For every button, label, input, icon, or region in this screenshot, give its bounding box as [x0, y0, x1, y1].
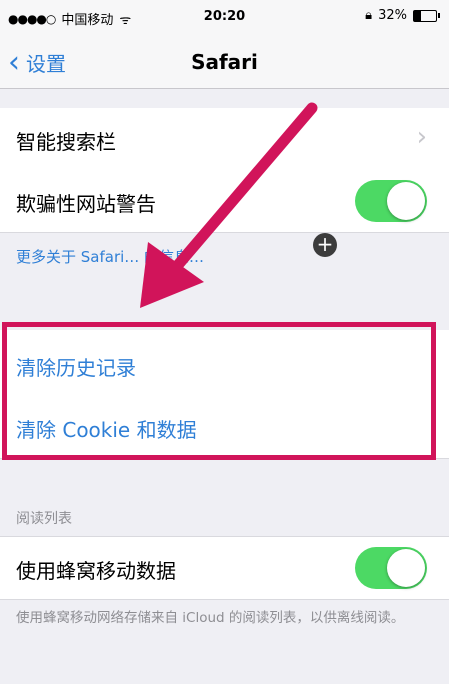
annotation-arrow-icon [140, 102, 318, 308]
